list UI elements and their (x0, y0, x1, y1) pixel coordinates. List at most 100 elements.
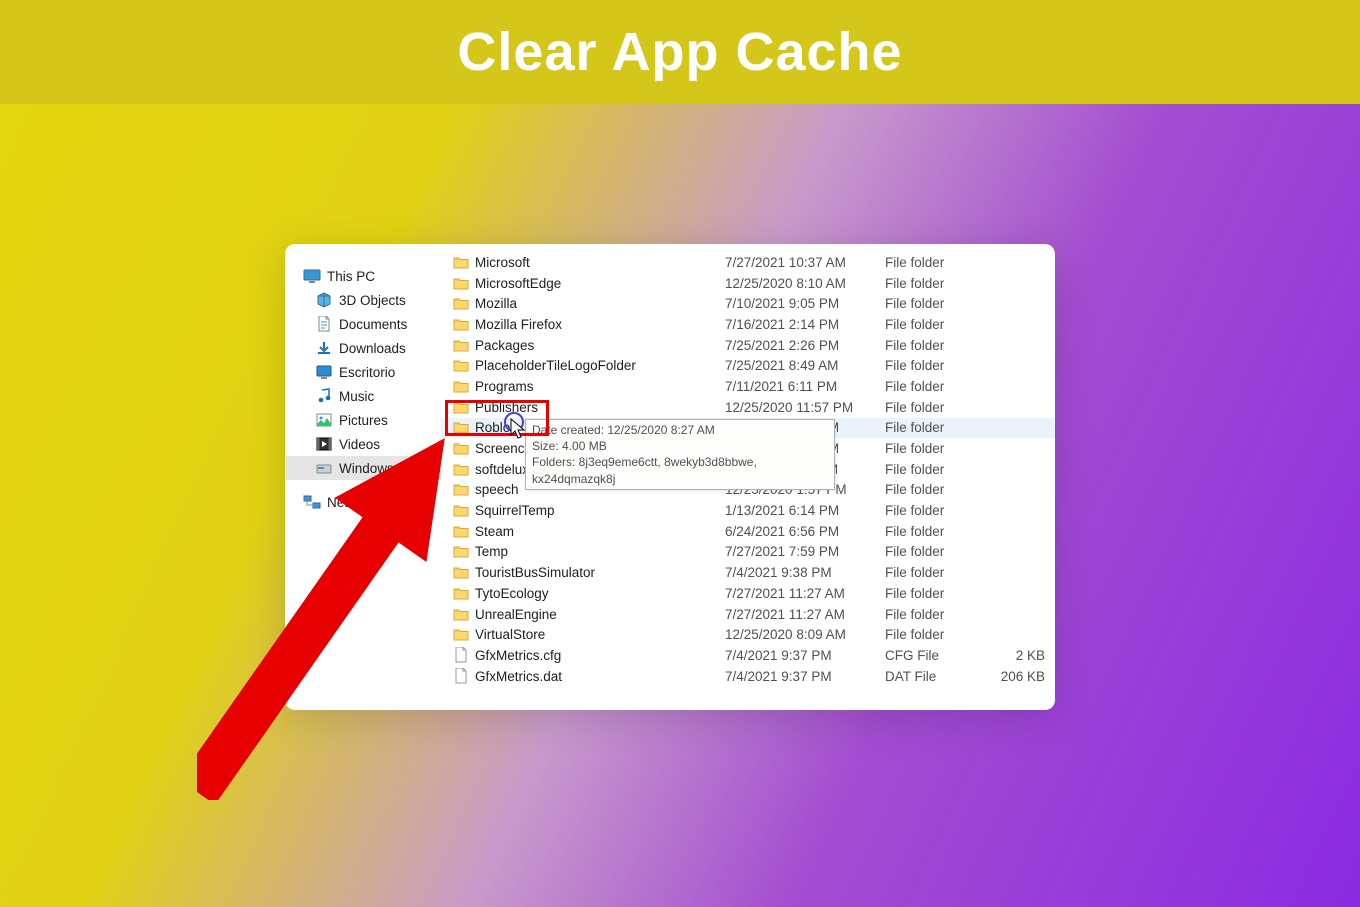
file-date: 7/27/2021 10:37 AM (725, 255, 885, 270)
file-type: File folder (885, 627, 985, 642)
file-type: File folder (885, 482, 985, 497)
music-icon (315, 388, 333, 404)
file-row[interactable]: Microsoft7/27/2021 10:37 AMFile folder (441, 252, 1055, 273)
file-icon (451, 668, 471, 684)
file-row[interactable]: VirtualStore12/25/2020 8:09 AMFile folde… (441, 624, 1055, 645)
explorer-sidebar: This PC 3D Objects Documents Downloads (285, 244, 441, 710)
file-name: Microsoft (475, 255, 725, 270)
sidebar-item-downloads[interactable]: Downloads (285, 336, 441, 360)
file-row[interactable]: SquirrelTemp1/13/2021 6:14 PMFile folder (441, 500, 1055, 521)
sidebar-label: Pictures (339, 413, 388, 428)
file-type: File folder (885, 544, 985, 559)
folder-icon (451, 380, 471, 393)
tooltip-line: Date created: 12/25/2020 8:27 AM (532, 422, 828, 438)
sidebar-label: Music (339, 389, 374, 404)
file-date: 7/10/2021 9:05 PM (725, 296, 885, 311)
file-row[interactable]: TouristBusSimulator7/4/2021 9:38 PMFile … (441, 562, 1055, 583)
file-name: PlaceholderTileLogoFolder (475, 358, 725, 373)
folder-icon (451, 401, 471, 414)
sidebar-item-this-pc[interactable]: This PC (285, 264, 441, 288)
folder-icon (451, 256, 471, 269)
file-date: 7/27/2021 11:27 AM (725, 586, 885, 601)
videos-icon (315, 436, 333, 452)
folder-icon (451, 359, 471, 372)
sidebar-label: Documents (339, 317, 407, 332)
file-date: 12/25/2020 8:09 AM (725, 627, 885, 642)
file-name: SquirrelTemp (475, 503, 725, 518)
sidebar-item-3d-objects[interactable]: 3D Objects (285, 288, 441, 312)
file-row[interactable]: Mozilla7/10/2021 9:05 PMFile folder (441, 293, 1055, 314)
file-row[interactable]: Steam6/24/2021 6:56 PMFile folder (441, 521, 1055, 542)
file-row[interactable]: GfxMetrics.cfg7/4/2021 9:37 PMCFG File2 … (441, 645, 1055, 666)
file-row[interactable]: Temp7/27/2021 7:59 PMFile folder (441, 542, 1055, 563)
file-row[interactable]: GfxMetrics.dat7/4/2021 9:37 PMDAT File20… (441, 666, 1055, 687)
file-type: CFG File (885, 648, 985, 663)
file-name: TytoEcology (475, 586, 725, 601)
folder-icon (451, 587, 471, 600)
file-type: File folder (885, 400, 985, 415)
folder-icon (451, 566, 471, 579)
folder-icon (451, 545, 471, 558)
file-name: Mozilla Firefox (475, 317, 725, 332)
file-row[interactable]: MicrosoftEdge12/25/2020 8:10 AMFile fold… (441, 273, 1055, 294)
file-date: 7/27/2021 11:27 AM (725, 607, 885, 622)
folder-icon (451, 525, 471, 538)
drive-icon (315, 460, 333, 476)
file-icon (451, 647, 471, 663)
file-name: VirtualStore (475, 627, 725, 642)
file-name: Packages (475, 338, 725, 353)
file-name: Mozilla (475, 296, 725, 311)
file-row[interactable]: Packages7/25/2021 2:26 PMFile folder (441, 335, 1055, 356)
file-type: File folder (885, 379, 985, 394)
folder-icon (451, 442, 471, 455)
file-row[interactable]: PlaceholderTileLogoFolder7/25/2021 8:49 … (441, 355, 1055, 376)
file-date: 7/4/2021 9:38 PM (725, 565, 885, 580)
file-date: 12/25/2020 11:57 PM (725, 400, 885, 415)
file-date: 7/11/2021 6:11 PM (725, 379, 885, 394)
file-type: File folder (885, 503, 985, 518)
folder-icon (451, 339, 471, 352)
file-row[interactable]: Publishers12/25/2020 11:57 PMFile folder (441, 397, 1055, 418)
desktop-icon (315, 364, 333, 380)
file-name: GfxMetrics.cfg (475, 648, 725, 663)
sidebar-item-network[interactable]: Network (285, 490, 441, 514)
sidebar-item-escritorio[interactable]: Escritorio (285, 360, 441, 384)
file-type: File folder (885, 441, 985, 456)
file-date: 6/24/2021 6:56 PM (725, 524, 885, 539)
sidebar-label: Network (327, 495, 377, 510)
file-type: File folder (885, 565, 985, 580)
file-row[interactable]: Programs7/11/2021 6:11 PMFile folder (441, 376, 1055, 397)
sidebar-item-music[interactable]: Music (285, 384, 441, 408)
title-banner: Clear App Cache (0, 0, 1360, 104)
file-name: GfxMetrics.dat (475, 669, 725, 684)
sidebar-item-documents[interactable]: Documents (285, 312, 441, 336)
pictures-icon (315, 412, 333, 428)
sidebar-label: Windows (C:) (339, 461, 420, 476)
file-type: File folder (885, 586, 985, 601)
file-type: File folder (885, 276, 985, 291)
folder-icon (451, 277, 471, 290)
file-name: Temp (475, 544, 725, 559)
sidebar-item-videos[interactable]: Videos (285, 432, 441, 456)
network-icon (303, 494, 321, 510)
file-row[interactable]: TytoEcology7/27/2021 11:27 AMFile folder (441, 583, 1055, 604)
file-row[interactable]: UnrealEngine7/27/2021 11:27 AMFile folde… (441, 604, 1055, 625)
file-date: 1/13/2021 6:14 PM (725, 503, 885, 518)
file-row[interactable]: Mozilla Firefox7/16/2021 2:14 PMFile fol… (441, 314, 1055, 335)
file-name: UnrealEngine (475, 607, 725, 622)
folder-icon (451, 463, 471, 476)
file-date: 7/25/2021 2:26 PM (725, 338, 885, 353)
sidebar-item-pictures[interactable]: Pictures (285, 408, 441, 432)
folder-icon (451, 483, 471, 496)
sidebar-label: Videos (339, 437, 380, 452)
file-type: File folder (885, 317, 985, 332)
pc-icon (303, 268, 321, 284)
file-date: 7/27/2021 7:59 PM (725, 544, 885, 559)
folder-tooltip: Date created: 12/25/2020 8:27 AM Size: 4… (525, 419, 835, 490)
sidebar-item-windows-c[interactable]: Windows (C:) (285, 456, 441, 480)
folder-icon (451, 608, 471, 621)
file-name: Programs (475, 379, 725, 394)
sidebar-label: 3D Objects (339, 293, 406, 308)
file-type: File folder (885, 358, 985, 373)
file-date: 12/25/2020 8:10 AM (725, 276, 885, 291)
